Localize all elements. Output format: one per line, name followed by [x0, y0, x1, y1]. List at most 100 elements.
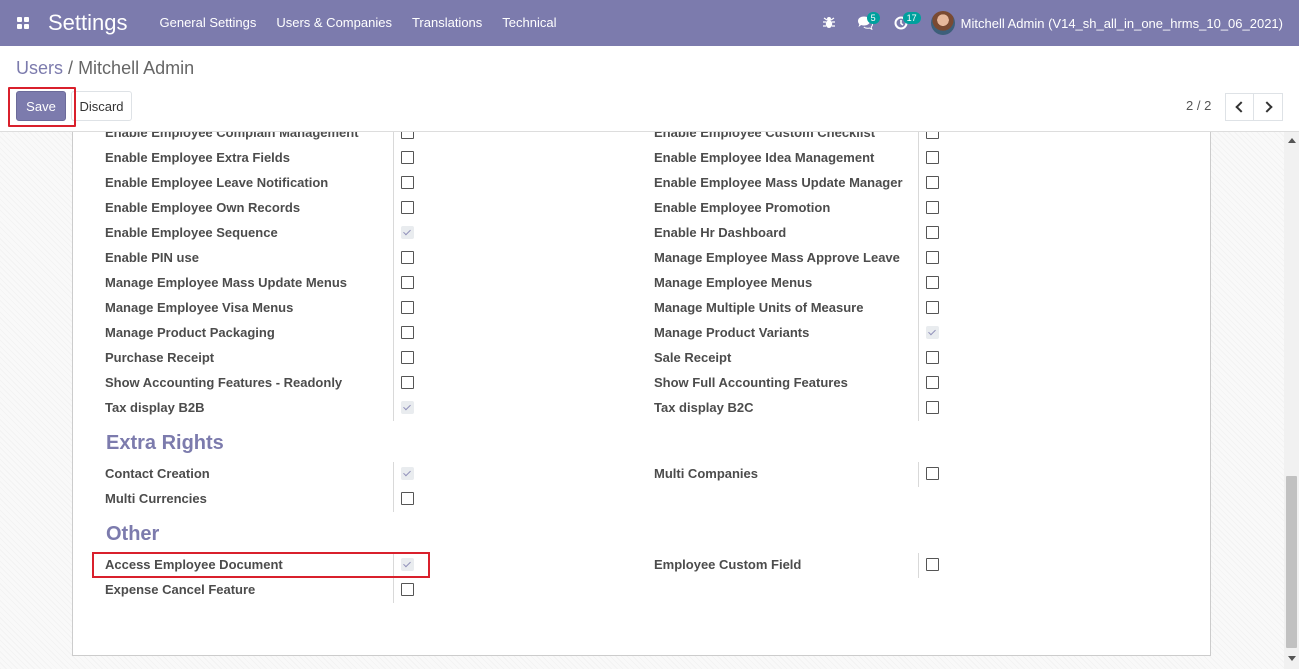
field-label-enable-employee-custom-checklist: Enable Employee Custom Checklist	[654, 132, 876, 140]
messages-icon[interactable]: 5	[847, 0, 883, 46]
field-label-enable-employee-mass-update-manager: Enable Employee Mass Update Manager	[654, 175, 903, 190]
field-label-enable-employee-complain-management: Enable Employee Complain Management	[105, 132, 359, 140]
vertical-scrollbar[interactable]	[1284, 132, 1299, 669]
checkbox-manage-employee-mass-approve-leave[interactable]	[926, 251, 939, 264]
checkbox-enable-employee-idea-management[interactable]	[926, 151, 939, 164]
field-divider	[918, 371, 919, 396]
field-label-purchase-receipt: Purchase Receipt	[105, 350, 215, 365]
breadcrumb-separator: /	[68, 58, 74, 78]
checkbox-enable-employee-sequence[interactable]	[401, 226, 414, 239]
field-divider	[393, 171, 394, 196]
field-divider	[393, 346, 394, 371]
checkbox-enable-employee-promotion[interactable]	[926, 201, 939, 214]
field-divider	[393, 321, 394, 346]
breadcrumb: Users / Mitchell Admin	[16, 58, 194, 79]
field-label-enable-employee-promotion: Enable Employee Promotion	[654, 200, 831, 215]
checkbox-manage-employee-mass-update-menus[interactable]	[401, 276, 414, 289]
field-divider	[918, 246, 919, 271]
field-label-expense-cancel-feature: Expense Cancel Feature	[105, 582, 256, 597]
checkbox-tax-display-b2b[interactable]	[401, 401, 414, 414]
field-label-enable-employee-idea-management: Enable Employee Idea Management	[654, 150, 875, 165]
app-brand[interactable]: Settings	[48, 10, 128, 36]
field-label-enable-hr-dashboard: Enable Hr Dashboard	[654, 225, 787, 240]
field-divider	[393, 221, 394, 246]
checkbox-enable-employee-custom-checklist[interactable]	[926, 132, 939, 139]
field-label-show-accounting-features-readonly: Show Accounting Features - Readonly	[105, 375, 343, 390]
checkbox-multi-companies[interactable]	[926, 467, 939, 480]
pager-next-button[interactable]	[1254, 93, 1283, 121]
field-label-sale-receipt: Sale Receipt	[654, 350, 732, 365]
checkbox-sale-receipt[interactable]	[926, 351, 939, 364]
checkbox-expense-cancel-feature[interactable]	[401, 583, 414, 596]
activities-icon[interactable]: 17	[883, 0, 921, 46]
breadcrumb-current: Mitchell Admin	[78, 58, 195, 78]
checkbox-manage-product-packaging[interactable]	[401, 326, 414, 339]
section-title-other: Other	[106, 523, 160, 545]
field-divider	[918, 553, 919, 578]
checkbox-multi-currencies[interactable]	[401, 492, 414, 505]
scroll-thumb[interactable]	[1286, 476, 1297, 648]
checkbox-enable-employee-leave-notification[interactable]	[401, 176, 414, 189]
pager-value: 2 / 2	[1186, 98, 1212, 113]
field-divider	[918, 221, 919, 246]
field-label-show-full-accounting-features: Show Full Accounting Features	[654, 375, 848, 390]
field-divider	[393, 296, 394, 321]
breadcrumb-users-link[interactable]: Users	[16, 58, 63, 78]
user-menu[interactable]: Mitchell Admin (V14_sh_all_in_one_hrms_1…	[919, 11, 1299, 35]
debug-icon[interactable]	[811, 0, 847, 46]
checkbox-show-accounting-features-readonly[interactable]	[401, 376, 414, 389]
field-label-manage-employee-mass-update-menus: Manage Employee Mass Update Menus	[105, 275, 348, 290]
checkbox-manage-employee-menus[interactable]	[926, 276, 939, 289]
field-label-multi-companies: Multi Companies	[654, 466, 759, 481]
messages-badge: 5	[866, 12, 880, 24]
checkbox-enable-employee-mass-update-manager[interactable]	[926, 176, 939, 189]
field-divider	[393, 396, 394, 421]
field-label-manage-employee-menus: Manage Employee Menus	[654, 275, 813, 290]
form-content: Enable Employee Complain Management Enabl…	[0, 132, 1299, 669]
field-label-tax-display-b2c: Tax display B2C	[654, 400, 754, 415]
field-label-enable-employee-extra-fields: Enable Employee Extra Fields	[105, 150, 290, 165]
field-label-tax-display-b2b: Tax display B2B	[105, 400, 205, 415]
checkbox-show-full-accounting-features[interactable]	[926, 376, 939, 389]
checkbox-employee-custom-field[interactable]	[926, 558, 939, 571]
field-divider	[918, 132, 919, 146]
field-label-employee-custom-field: Employee Custom Field	[654, 557, 802, 572]
checkbox-manage-multiple-units-of-measure[interactable]	[926, 301, 939, 314]
menu-translations[interactable]: Translations	[402, 0, 492, 46]
field-divider	[918, 296, 919, 321]
field-divider	[393, 146, 394, 171]
field-label-manage-employee-mass-approve-leave: Manage Employee Mass Approve Leave	[654, 250, 900, 265]
apps-menu-icon[interactable]	[0, 0, 46, 46]
chevron-right-icon	[1260, 101, 1273, 113]
pager-previous-button[interactable]	[1225, 93, 1254, 121]
access-employee-document-highlight-box	[92, 552, 430, 578]
checkbox-enable-employee-complain-management[interactable]	[401, 132, 414, 139]
control-panel: Users / Mitchell Admin Save Discard 2 / …	[0, 46, 1299, 132]
top-navbar: Settings General Settings Users & Compan…	[0, 0, 1299, 46]
field-divider	[393, 271, 394, 296]
menu-technical[interactable]: Technical	[492, 0, 566, 46]
field-divider	[393, 246, 394, 271]
checkbox-manage-employee-visa-menus[interactable]	[401, 301, 414, 314]
checkbox-enable-pin-use[interactable]	[401, 251, 414, 264]
field-divider	[918, 271, 919, 296]
field-divider	[393, 196, 394, 221]
checkbox-tax-display-b2c[interactable]	[926, 401, 939, 414]
field-label-enable-employee-sequence: Enable Employee Sequence	[105, 225, 278, 240]
checkbox-contact-creation[interactable]	[401, 467, 414, 480]
scroll-up-arrow-icon[interactable]	[1288, 138, 1296, 143]
field-divider	[393, 462, 394, 487]
menu-users-companies[interactable]: Users & Companies	[266, 0, 402, 46]
checkbox-enable-employee-own-records[interactable]	[401, 201, 414, 214]
checkbox-enable-employee-extra-fields[interactable]	[401, 151, 414, 164]
save-highlight-box	[8, 87, 76, 127]
discard-button[interactable]: Discard	[71, 91, 132, 121]
menu-general-settings[interactable]: General Settings	[150, 0, 267, 46]
checkbox-enable-hr-dashboard[interactable]	[926, 226, 939, 239]
field-label-manage-employee-visa-menus: Manage Employee Visa Menus	[105, 300, 294, 315]
field-divider	[918, 171, 919, 196]
scroll-down-arrow-icon[interactable]	[1288, 656, 1296, 661]
checkbox-purchase-receipt[interactable]	[401, 351, 414, 364]
checkbox-manage-product-variants[interactable]	[926, 326, 939, 339]
field-label-enable-pin-use: Enable PIN use	[105, 250, 199, 265]
